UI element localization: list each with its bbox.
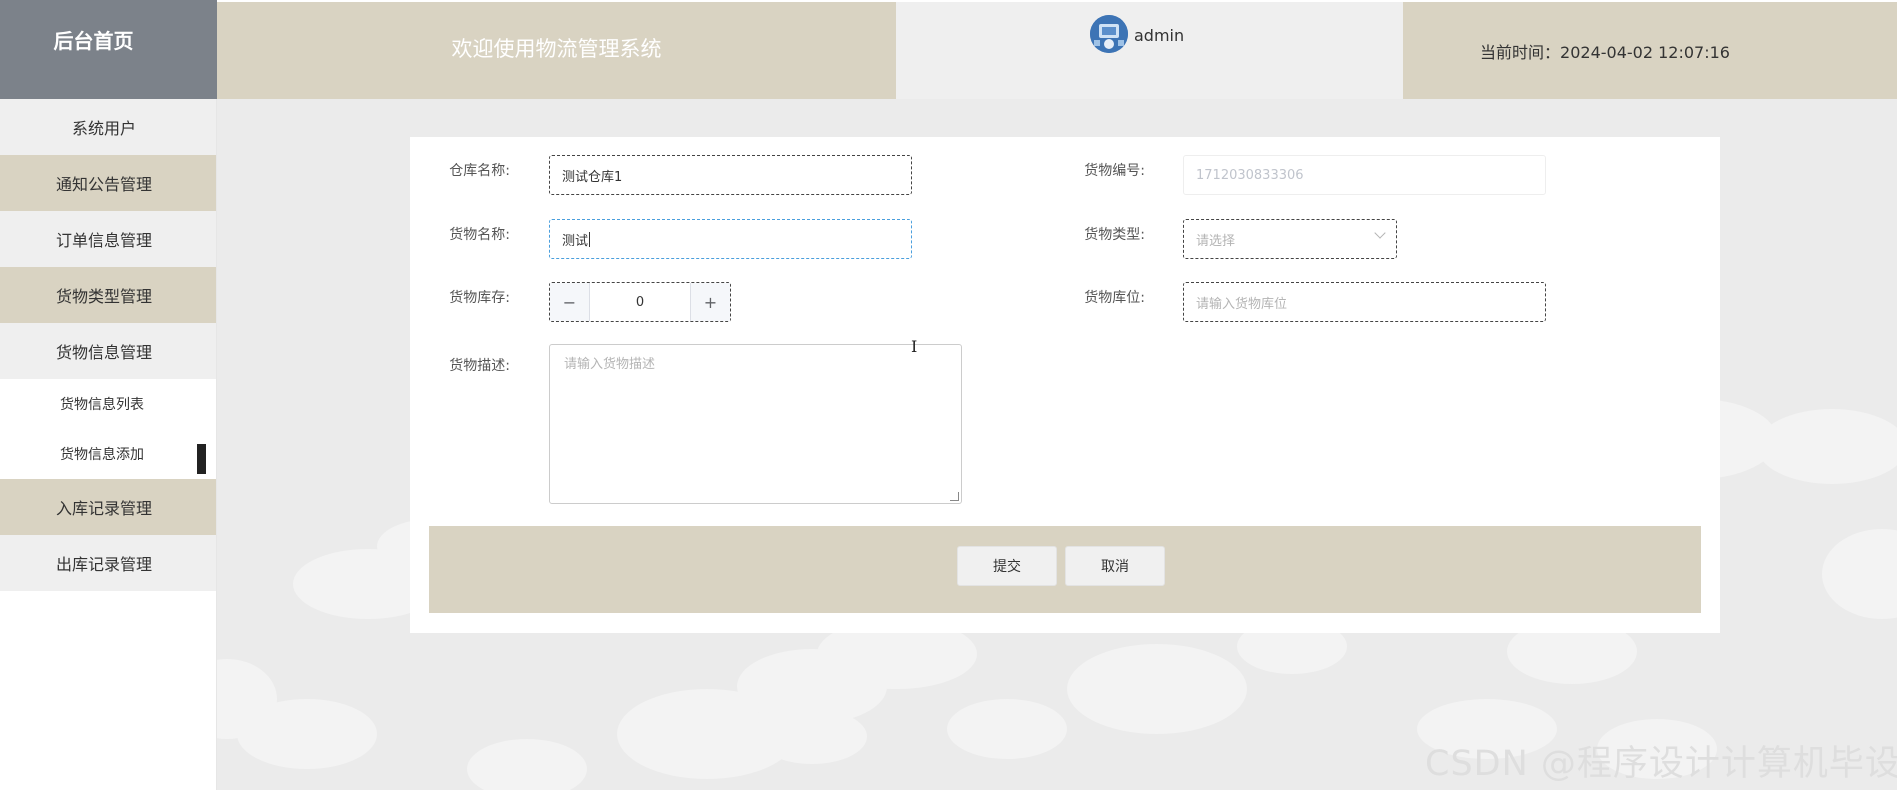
background-bubble <box>757 709 867 764</box>
stock-stepper[interactable]: − 0 + <box>549 282 731 322</box>
goods-code-label: 货物编号: <box>1084 163 1145 179</box>
warehouse-name-label: 仓库名称: <box>449 163 510 179</box>
top-header: 后台首页 欢迎使用物流管理系统 admin 当前时间：2024-04-02 12… <box>0 0 1897 99</box>
current-time: 当前时间：2024-04-02 12:07:16 <box>1403 2 1897 99</box>
sidebar-item-label: 出库记录管理 <box>55 555 152 574</box>
home-link[interactable]: 后台首页 <box>0 0 217 99</box>
description-textarea[interactable]: 请输入货物描述 <box>549 344 962 504</box>
stock-decrease-button[interactable]: − <box>550 283 590 321</box>
sidebar-item-label: 货物类型管理 <box>55 287 152 306</box>
sidebar-item-inbound[interactable]: 入库记录管理 <box>0 479 216 535</box>
sidebar-subitem-label: 货物信息列表 <box>60 397 144 413</box>
sidebar-item-goods-info[interactable]: 货物信息管理 <box>0 323 216 379</box>
goods-form: 仓库名称: 测试仓库1 货物名称: 测试 货物库存: − 0 + 货物描述: 请… <box>410 137 1720 633</box>
avatar[interactable] <box>1090 15 1128 53</box>
watermark: CSDN @程序设计计算机毕设 <box>1425 744 1897 784</box>
main-content: 仓库名称: 测试仓库1 货物名称: 测试 货物库存: − 0 + 货物描述: 请… <box>217 99 1897 790</box>
sidebar: 系统用户 通知公告管理 订单信息管理 货物类型管理 货物信息管理 货物信息列表 … <box>0 99 217 790</box>
sidebar-item-notices[interactable]: 通知公告管理 <box>0 155 216 211</box>
background-bubble <box>1757 409 1897 484</box>
background-bubble <box>1822 529 1897 619</box>
location-label: 货物库位: <box>1084 290 1145 306</box>
goods-type-label: 货物类型: <box>1084 227 1145 243</box>
background-bubble <box>947 699 1067 759</box>
user-panel: admin <box>896 2 1403 99</box>
sidebar-item-label: 订单信息管理 <box>55 231 152 250</box>
sidebar-item-goods-types[interactable]: 货物类型管理 <box>0 267 216 323</box>
description-label: 货物描述: <box>449 358 510 374</box>
stock-value[interactable]: 0 <box>590 295 690 310</box>
resize-handle-icon[interactable] <box>950 492 959 501</box>
stock-label: 货物库存: <box>449 290 510 306</box>
goods-name-value: 测试 <box>562 233 589 249</box>
submit-button[interactable]: 提交 <box>957 546 1057 586</box>
chevron-down-icon <box>1374 227 1386 239</box>
sidebar-subitem-label: 货物信息添加 <box>60 447 144 463</box>
app-root: 后台首页 欢迎使用物流管理系统 admin 当前时间：2024-04-02 12… <box>0 0 1897 790</box>
goods-type-select[interactable]: 请选择 <box>1183 219 1397 259</box>
sidebar-subitem-goods-add[interactable]: 货物信息添加 <box>0 429 216 479</box>
text-caret <box>589 231 591 247</box>
sidebar-item-label: 系统用户 <box>71 119 136 138</box>
goods-code-input: 1712030833306 <box>1183 155 1546 195</box>
location-placeholder: 请输入货物库位 <box>1196 296 1288 312</box>
description-placeholder: 请输入货物描述 <box>564 357 656 372</box>
welcome-banner: 欢迎使用物流管理系统 <box>217 2 896 99</box>
sidebar-item-label: 入库记录管理 <box>55 499 152 518</box>
goods-code-value: 1712030833306 <box>1196 167 1304 183</box>
mouse-text-cursor-icon: I <box>911 337 918 356</box>
sidebar-item-system-users[interactable]: 系统用户 <box>0 99 216 155</box>
sidebar-item-orders[interactable]: 订单信息管理 <box>0 211 216 267</box>
sidebar-item-label: 货物信息管理 <box>55 343 152 362</box>
background-bubble <box>467 739 587 790</box>
active-indicator <box>197 444 206 474</box>
location-input[interactable]: 请输入货物库位 <box>1183 282 1546 322</box>
warehouse-name-select[interactable]: 测试仓库1 <box>549 155 912 195</box>
username[interactable]: admin <box>1134 26 1184 45</box>
warehouse-name-value: 测试仓库1 <box>562 169 623 185</box>
cancel-button[interactable]: 取消 <box>1065 546 1165 586</box>
sidebar-item-label: 通知公告管理 <box>55 175 152 194</box>
avatar-image-icon <box>1090 15 1128 53</box>
goods-name-label: 货物名称: <box>449 227 510 243</box>
goods-name-input[interactable]: 测试 <box>549 219 912 259</box>
sidebar-subitem-goods-list[interactable]: 货物信息列表 <box>0 379 216 429</box>
form-actions: 提交 取消 <box>429 526 1701 613</box>
stock-increase-button[interactable]: + <box>690 283 730 321</box>
background-bubble <box>1067 644 1247 734</box>
goods-type-placeholder: 请选择 <box>1196 233 1236 249</box>
sidebar-item-outbound[interactable]: 出库记录管理 <box>0 535 216 591</box>
